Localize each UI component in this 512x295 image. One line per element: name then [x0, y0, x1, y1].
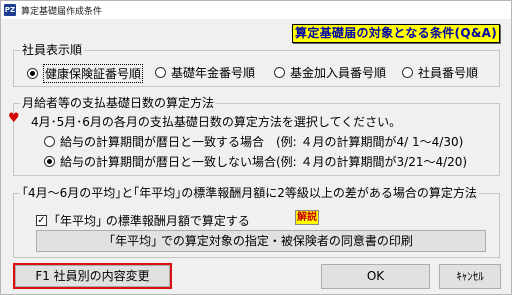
radio-label: 給与の計算期間が暦日と一致する場合 (例: ４月の計算期間が4/ 1〜4/30) [60, 135, 464, 149]
window-title: 算定基礎届作成条件 [21, 7, 103, 17]
heart-icon: ♥ [8, 111, 20, 126]
radio-button[interactable] [44, 136, 55, 147]
radio-label: 健康保険証番号順 [43, 64, 144, 83]
radio-button[interactable] [44, 156, 55, 167]
dialog-window: PZ 算定基礎届作成条件 算定基礎届の対象となる条件(Q&A) 社員表示順 健康… [0, 0, 512, 295]
radio-employee-number[interactable]: 社員番号順 [402, 64, 478, 81]
highlight-outline [13, 263, 172, 289]
app-icon: PZ [4, 4, 16, 16]
radio-button[interactable] [274, 67, 285, 78]
annual-average-checkbox-label: ｢年平均｣ の標準報酬月額で算定する [54, 214, 250, 228]
radio-label: 給与の計算期間が暦日と一致しない場合(例: ４月の計算期間が3/21〜4/20) [60, 155, 468, 169]
kaisetsu-button[interactable]: 解説 [295, 210, 319, 225]
radio-button[interactable] [27, 68, 38, 79]
ok-button[interactable]: OK [321, 264, 430, 289]
radio-basic-pension-number[interactable]: 基礎年金番号順 [155, 64, 255, 81]
annual-average-checkbox-row[interactable]: ✓ ｢年平均｣ の標準報酬月額で算定する [36, 212, 250, 229]
salary-days-legend: 月給者等の支払基礎日数の算定方法 [20, 96, 217, 110]
qa-button[interactable]: 算定基礎届の対象となる条件(Q&A) [292, 24, 500, 43]
radio-label: 基礎年金番号順 [171, 66, 256, 80]
radio-calendar-mismatch[interactable]: 給与の計算期間が暦日と一致しない場合(例: ４月の計算期間が3/21〜4/20) [44, 153, 467, 170]
radio-button[interactable] [155, 67, 166, 78]
print-consent-button[interactable]: ｢年平均｣ での算定対象の指定・被保険者の同意書の印刷 [36, 230, 486, 252]
salary-days-instruction: 4月･5月･6月の各月の支払基礎日数の算定方法を選択してください。 [31, 115, 402, 129]
radio-fund-member-number[interactable]: 基金加入員番号順 [274, 64, 386, 81]
title-bar: PZ 算定基礎届作成条件 [1, 1, 511, 19]
radio-label: 基金加入員番号順 [290, 66, 387, 80]
annual-average-checkbox[interactable]: ✓ [36, 215, 47, 226]
employee-order-legend: 社員表示順 [20, 43, 85, 57]
radio-health-insurance-number[interactable]: 健康保険証番号順 [27, 64, 144, 83]
radio-label: 社員番号順 [418, 66, 479, 80]
cancel-button[interactable]: ｷｬﾝｾﾙ [439, 264, 501, 289]
radio-button[interactable] [402, 67, 413, 78]
radio-calendar-match[interactable]: 給与の計算期間が暦日と一致する場合 (例: ４月の計算期間が4/ 1〜4/30) [44, 133, 463, 150]
average-legend: ｢4月〜6月の平均｣と｢年平均｣の標準報酬月額に2等級以上の差がある場合の算定方… [20, 186, 479, 200]
